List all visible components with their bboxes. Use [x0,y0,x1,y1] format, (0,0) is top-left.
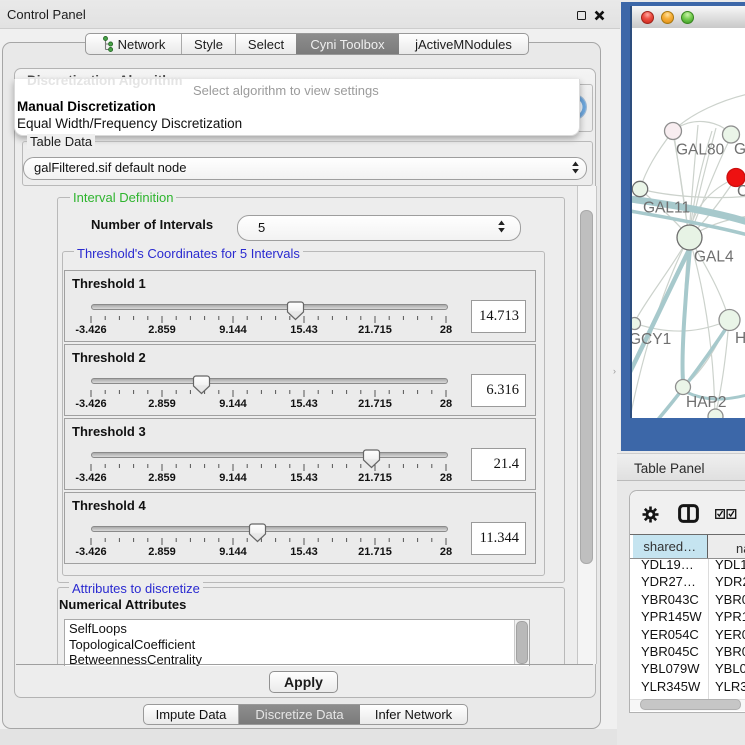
svg-text:GAL4: GAL4 [694,249,734,266]
svg-text:GAL11: GAL11 [643,200,690,217]
svg-text:HAP2: HAP2 [686,394,727,411]
svg-text:GAL80: GAL80 [676,142,725,159]
svg-text:GA: GA [734,141,745,158]
svg-text:H: H [735,330,745,347]
svg-text:C: C [737,183,745,200]
svg-text:GCY1: GCY1 [632,331,671,348]
